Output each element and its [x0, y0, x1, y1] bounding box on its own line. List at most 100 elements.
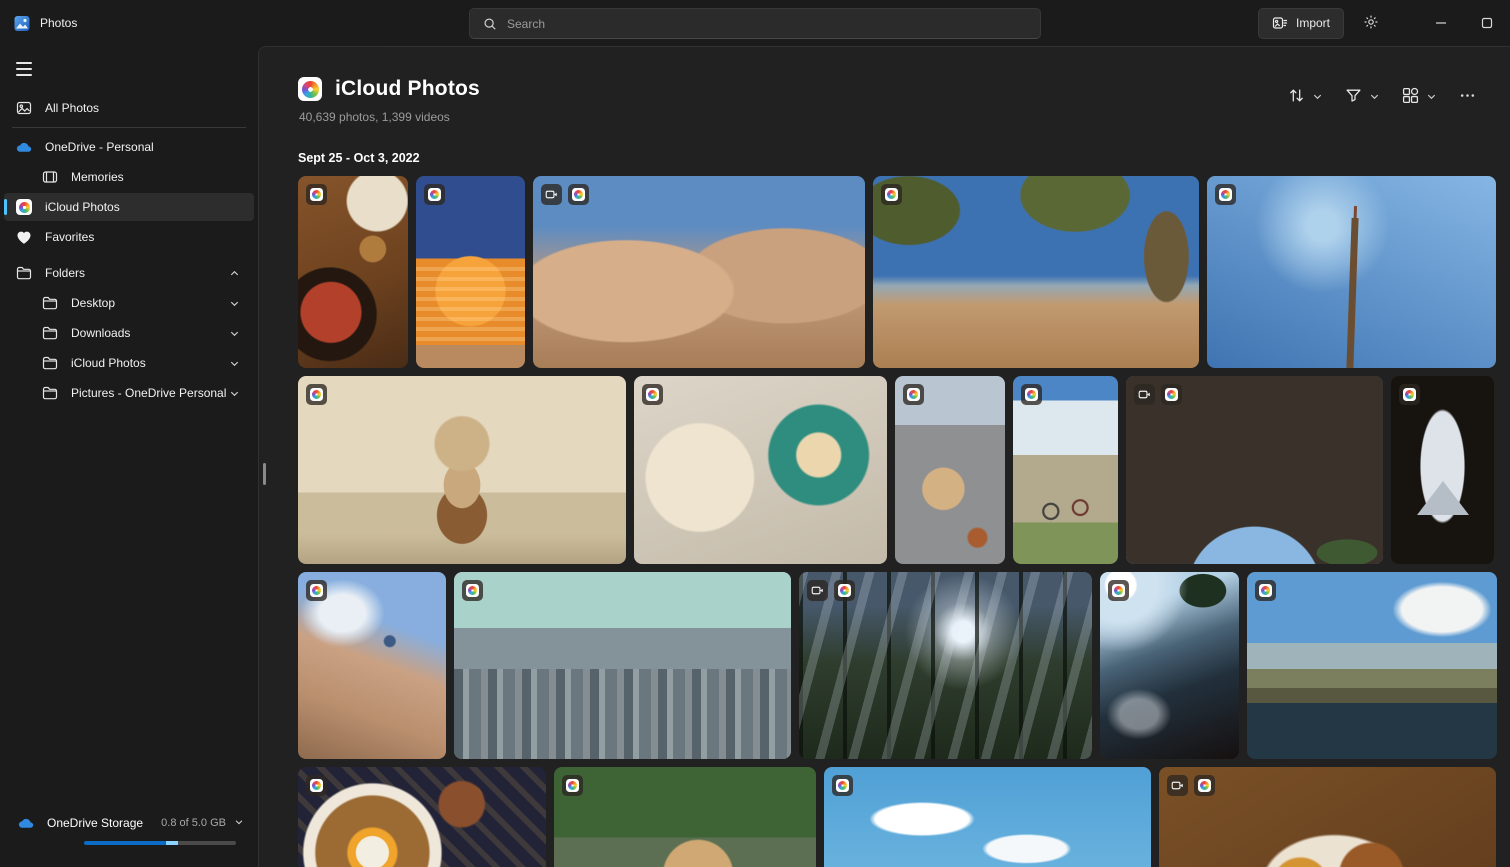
icloud-badge-icon [903, 384, 924, 405]
sidebar-items: All Photos OneDrive - Personal Memories iCl… [4, 92, 254, 409]
onedrive-storage-label: OneDrive Storage [47, 816, 144, 830]
photo-thumbnail-sky-clouds[interactable] [824, 767, 1151, 867]
icloud-badge-icon [462, 580, 483, 601]
sidebar-item-memories[interactable]: Memories [4, 163, 254, 191]
chevron-down-icon [229, 358, 240, 369]
layout-button[interactable] [1393, 81, 1446, 113]
onedrive-cloud-icon [18, 815, 34, 831]
sidebar-item-all-photos[interactable]: All Photos [4, 94, 254, 122]
thumbnail-badges [1215, 184, 1236, 205]
photo-thumbnail-dog-street[interactable] [895, 376, 1005, 564]
icloud-badge-icon [1215, 184, 1236, 205]
photo-thumbnail-shore-sun[interactable] [1100, 572, 1239, 759]
icloud-badge-icon [1194, 775, 1215, 796]
layout-icon [1402, 87, 1419, 107]
more-button[interactable] [1450, 81, 1485, 113]
photo-thumbnail-coffee-toast[interactable] [634, 376, 887, 564]
photo-thumbnail-dog-chair[interactable] [298, 376, 626, 564]
icloud-badge-icon [1399, 384, 1420, 405]
filter-icon [1345, 87, 1362, 107]
icloud-badge-icon [424, 184, 445, 205]
filter-button[interactable] [1336, 81, 1389, 113]
photo-thumbnail-desert-hiker[interactable] [298, 572, 446, 759]
sidebar-item-desktop[interactable]: Desktop [4, 289, 254, 317]
storage-usage: 0.8 of 5.0 GB [161, 817, 226, 829]
search-icon [482, 16, 498, 32]
chevron-down-icon [1426, 90, 1437, 105]
thumbnail-badges [306, 384, 327, 405]
thumbnail-badges [541, 184, 589, 205]
photo-thumbnail-shakshuka[interactable] [298, 176, 408, 368]
hamburger-button[interactable] [6, 54, 46, 84]
chevron-up-icon [229, 268, 240, 279]
sidebar-item-label: Favorites [45, 230, 95, 244]
sidebar-resize-handle[interactable] [263, 463, 266, 485]
search-box[interactable] [469, 8, 1041, 39]
sidebar-item-label: OneDrive - Personal [45, 140, 154, 154]
photo-thumbnail-city-skyline[interactable] [454, 572, 791, 759]
thumbnail-badges [903, 384, 924, 405]
icloud-badge-icon [1108, 580, 1129, 601]
page-title: iCloud Photos [335, 77, 480, 100]
sidebar-item-label: All Photos [45, 101, 100, 115]
sidebar-item-label: Pictures - OneDrive Personal [71, 386, 227, 400]
icloud-badge-icon [306, 184, 327, 205]
sidebar-item-icloud-photos-folder[interactable]: iCloud Photos [4, 349, 254, 377]
thumbnail-badges [462, 580, 483, 601]
photo-thumbnail-eiffel[interactable] [1126, 376, 1383, 564]
sidebar-item-pictures-onedrive[interactable]: Pictures - OneDrive Personal [4, 379, 254, 407]
maximize-button[interactable] [1464, 1, 1510, 45]
search-input[interactable] [507, 16, 1028, 31]
thumbnail-badges [424, 184, 445, 205]
photo-thumbnail-forest-rays[interactable] [799, 572, 1092, 759]
sidebar-item-label: Folders [45, 266, 86, 280]
sidebar-item-downloads[interactable]: Downloads [4, 319, 254, 347]
thumbnail-badges [1108, 580, 1129, 601]
photo-thumbnail-swing[interactable] [1207, 176, 1496, 368]
minimize-button[interactable] [1418, 1, 1464, 45]
icloud-badge-icon [306, 775, 327, 796]
cloud-icon [16, 139, 32, 155]
photo-thumbnail-beach-bikes[interactable] [1013, 376, 1118, 564]
photo-thumbnail-plate-food[interactable] [1159, 767, 1496, 867]
photo-thumbnail-louvre[interactable] [1391, 376, 1494, 564]
import-icon [1272, 15, 1288, 31]
thumbnail-badges [1167, 775, 1215, 796]
icloud-badge-icon [834, 580, 855, 601]
photo-thumbnail-joshua[interactable] [873, 176, 1199, 368]
thumbnail-badges [306, 184, 327, 205]
photo-thumbnail-egg-bowl[interactable] [298, 767, 546, 867]
chevron-down-icon [229, 298, 240, 309]
app-title: Photos [40, 16, 78, 30]
sidebar-item-onedrive-personal[interactable]: OneDrive - Personal [4, 133, 254, 161]
photo-icon [16, 100, 32, 116]
grid-row [298, 176, 1496, 368]
chevron-down-icon [229, 388, 240, 399]
icloud-badge-icon [562, 775, 583, 796]
photo-grid [259, 165, 1510, 867]
import-button[interactable]: Import [1257, 7, 1344, 39]
video-badge-icon [1134, 384, 1155, 405]
sidebar-item-label: iCloud Photos [71, 356, 146, 370]
storage-section: OneDrive Storage 0.8 of 5.0 GB [4, 805, 254, 867]
folder-icon [42, 325, 58, 341]
photo-thumbnail-lake-cliffs[interactable] [1247, 572, 1497, 759]
thumbnail-badges [306, 775, 327, 796]
photo-thumbnail-mural[interactable] [416, 176, 525, 368]
video-badge-icon [541, 184, 562, 205]
sort-icon [1288, 87, 1305, 107]
sort-button[interactable] [1279, 81, 1332, 113]
sidebar-item-label: Desktop [71, 296, 116, 310]
grid-row [298, 572, 1497, 759]
photo-thumbnail-dog-river[interactable] [554, 767, 816, 867]
sidebar-item-icloud-photos[interactable]: iCloud Photos [4, 193, 254, 221]
grid-row [298, 376, 1495, 564]
sidebar-item-favorites[interactable]: Favorites [4, 223, 254, 251]
import-label: Import [1295, 16, 1330, 30]
date-group-header: Sept 25 - Oct 3, 2022 [298, 151, 420, 165]
sidebar-item-folders[interactable]: Folders [4, 259, 254, 287]
storage-chevron-down-icon[interactable] [234, 817, 244, 830]
sidebar: All Photos OneDrive - Personal Memories iCl… [0, 46, 258, 867]
photo-thumbnail-desert-rocks[interactable] [533, 176, 865, 368]
settings-button[interactable] [1354, 8, 1388, 39]
